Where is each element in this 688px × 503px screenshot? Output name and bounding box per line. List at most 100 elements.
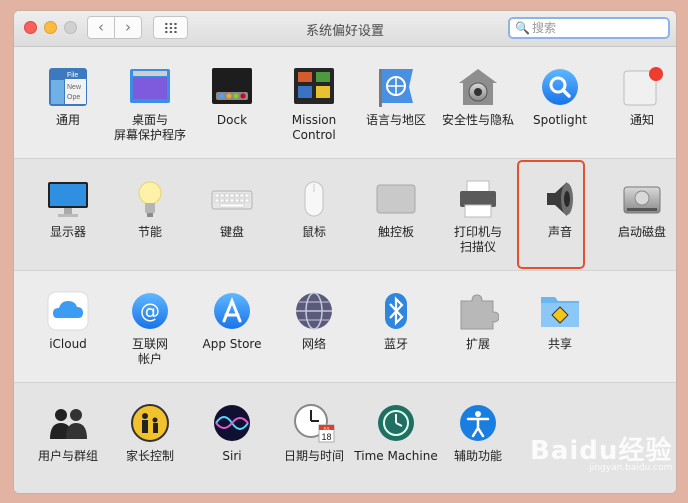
- mission-control-icon: [293, 67, 335, 107]
- language-region-icon: [375, 67, 417, 107]
- accessibility-icon: [457, 403, 499, 443]
- startup-disk-icon: [621, 179, 663, 219]
- spotlight-icon: [539, 67, 581, 107]
- users-groups-icon: [47, 403, 89, 443]
- bluetooth-icon: [375, 291, 417, 331]
- keyboard-icon: [211, 179, 253, 219]
- pref-pane-label: 语言与地区: [365, 113, 426, 127]
- general-icon: File New Ope: [47, 67, 89, 107]
- pref-pane-energy-saver[interactable]: 节能: [109, 159, 191, 271]
- pref-pane-label: App Store: [202, 337, 262, 351]
- preferences-row-3: iCloud @ 互联网 帐户 App Store 网络 蓝牙 扩展 共享: [14, 271, 676, 383]
- pref-pane-label: 打印机与 扫描仪: [453, 225, 502, 254]
- pref-pane-label: 触控板: [377, 225, 414, 239]
- pref-pane-printers-scanners[interactable]: 打印机与 扫描仪: [437, 159, 519, 271]
- pref-pane-bluetooth[interactable]: 蓝牙: [355, 271, 437, 383]
- pref-pane-label: 共享: [547, 337, 572, 351]
- pref-pane-network[interactable]: 网络: [273, 271, 355, 383]
- pref-pane-time-machine[interactable]: Time Machine: [354, 383, 438, 493]
- svg-text:@: @: [140, 299, 160, 323]
- pref-pane-label: Time Machine: [354, 449, 438, 463]
- pref-pane-label: 通知: [629, 113, 654, 127]
- search-field[interactable]: 🔍: [508, 17, 670, 39]
- pref-pane-label: 安全性与隐私: [441, 113, 514, 127]
- trackpad-icon: [375, 179, 417, 219]
- pref-pane-dock[interactable]: Dock: [191, 47, 273, 159]
- network-icon: [293, 291, 335, 331]
- pref-pane-label: 蓝牙: [383, 337, 408, 351]
- parental-controls-icon: [129, 403, 171, 443]
- pref-pane-label: 扩展: [465, 337, 490, 351]
- pref-pane-language-region[interactable]: 语言与地区: [355, 47, 437, 159]
- pref-pane-desktop-screensaver[interactable]: 桌面与 屏幕保护程序: [109, 47, 191, 159]
- siri-icon: [211, 403, 253, 443]
- pref-pane-app-store[interactable]: App Store: [191, 271, 273, 383]
- pref-pane-internet-accounts[interactable]: @ 互联网 帐户: [109, 271, 191, 383]
- pref-pane-label: 通用: [55, 113, 80, 127]
- pref-pane-spotlight[interactable]: Spotlight: [519, 47, 601, 159]
- watermark: Baidu经验 jingyan.baidu.com: [530, 430, 672, 473]
- watermark-text: Baidu经验: [530, 436, 673, 466]
- pref-pane-icloud[interactable]: iCloud: [27, 271, 109, 383]
- icloud-icon: [47, 291, 89, 331]
- system-preferences-window: ‹ › 系统偏好设置 🔍 File New Ope 通用 桌面与 屏幕保护程序 Dock M…: [13, 10, 677, 494]
- pref-pane-label: 显示器: [49, 225, 86, 239]
- pref-pane-label: 启动磁盘: [617, 225, 666, 239]
- pref-pane-label: Spotlight: [533, 113, 587, 127]
- pref-pane-label: 家长控制: [125, 449, 174, 463]
- displays-icon: [47, 179, 89, 219]
- pref-pane-label: 网络: [301, 337, 326, 351]
- pref-pane-label: 节能: [137, 225, 162, 239]
- pref-pane-label: 辅助功能: [453, 449, 502, 463]
- pref-pane-parental-controls[interactable]: 家长控制: [109, 383, 191, 493]
- pref-pane-mouse[interactable]: 鼠标: [273, 159, 355, 271]
- notifications-icon: [621, 67, 663, 107]
- time-machine-icon: [375, 403, 417, 443]
- pref-pane-security-privacy[interactable]: 安全性与隐私: [437, 47, 519, 159]
- pref-pane-users-groups[interactable]: 用户与群组: [27, 383, 109, 493]
- sharing-icon: [539, 291, 581, 331]
- pref-pane-label: 键盘: [219, 225, 244, 239]
- general-icon-text-file: File: [67, 72, 78, 79]
- search-input[interactable]: [532, 20, 662, 36]
- pref-pane-startup-disk[interactable]: 启动磁盘: [601, 159, 676, 271]
- preferences-row-1: File New Ope 通用 桌面与 屏幕保护程序 Dock Mission Contro…: [14, 47, 676, 159]
- pref-pane-date-time[interactable]: JUL 18 日期与时间: [273, 383, 355, 493]
- pref-pane-label: Dock: [216, 113, 248, 127]
- pref-pane-mission-control[interactable]: Mission Control: [273, 47, 355, 159]
- pref-pane-accessibility[interactable]: 辅助功能: [437, 383, 519, 493]
- general-icon-text-open: Ope: [67, 94, 80, 101]
- pref-pane-label: Mission Control: [291, 113, 337, 142]
- pref-pane-label: 互联网 帐户: [131, 337, 168, 366]
- calendar-month-text: JUL: [323, 426, 331, 431]
- search-icon: 🔍: [515, 21, 530, 35]
- general-icon-text-new: New: [67, 84, 82, 91]
- date-time-icon: JUL 18: [293, 403, 335, 443]
- pref-pane-siri[interactable]: Siri: [191, 383, 273, 493]
- pref-pane-sharing[interactable]: 共享: [519, 271, 601, 383]
- printers-scanners-icon: [457, 179, 499, 219]
- security-privacy-icon: [457, 67, 499, 107]
- pref-pane-notifications[interactable]: 通知: [601, 47, 676, 159]
- pref-pane-displays[interactable]: 显示器: [27, 159, 109, 271]
- pref-pane-general[interactable]: File New Ope 通用: [27, 47, 109, 159]
- energy-saver-icon: [129, 179, 171, 219]
- pref-pane-keyboard[interactable]: 键盘: [191, 159, 273, 271]
- extensions-icon: [457, 291, 499, 331]
- pref-pane-extensions[interactable]: 扩展: [437, 271, 519, 383]
- mouse-icon: [293, 179, 335, 219]
- pref-pane-label: Siri: [222, 449, 242, 463]
- desktop-screensaver-icon: [129, 67, 171, 107]
- pref-pane-label: 鼠标: [301, 225, 326, 239]
- dock-icon: [211, 67, 253, 107]
- calendar-day-text: 18: [321, 432, 331, 442]
- pref-pane-label: 日期与时间: [283, 449, 344, 463]
- pref-pane-label: 用户与群组: [37, 449, 98, 463]
- internet-accounts-icon: @: [129, 291, 171, 331]
- pref-pane-trackpad[interactable]: 触控板: [355, 159, 437, 271]
- pref-pane-label: 桌面与 屏幕保护程序: [113, 113, 186, 142]
- app-store-icon: [211, 291, 253, 331]
- pref-pane-label: iCloud: [49, 337, 87, 351]
- selection-highlight-box: [517, 160, 585, 269]
- title-bar: ‹ › 系统偏好设置 🔍: [14, 11, 676, 47]
